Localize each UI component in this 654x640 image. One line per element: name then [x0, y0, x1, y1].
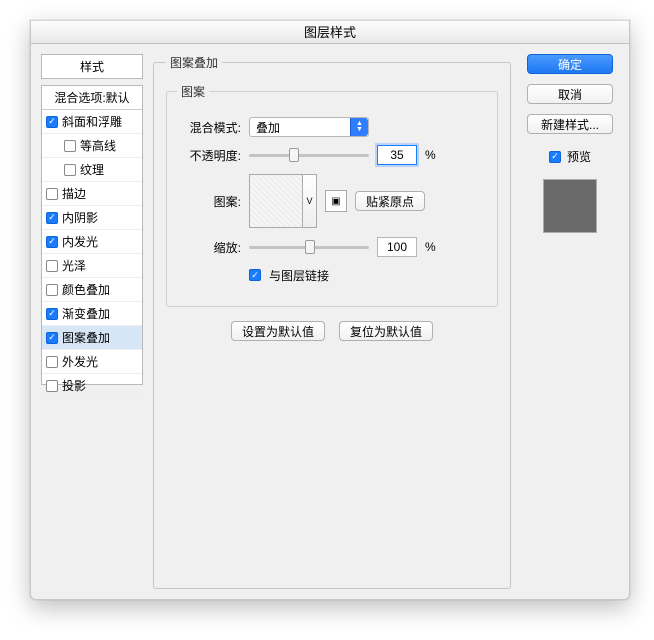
- snap-origin-button[interactable]: 贴紧原点: [355, 191, 425, 211]
- inner-legend: 图案: [177, 83, 209, 100]
- styles-header[interactable]: 样式: [41, 54, 143, 79]
- style-checkbox[interactable]: ✓: [46, 332, 58, 344]
- scale-slider[interactable]: [249, 246, 369, 249]
- styles-sidebar: 样式 混合选项:默认 ✓ 斜面和浮雕等高线纹理描边 ✓ 内阴影 ✓ 内发光光泽颜色叠加 ✓ 渐…: [41, 54, 143, 589]
- style-label: 图案叠加: [62, 329, 110, 346]
- cancel-button[interactable]: 取消: [527, 84, 613, 104]
- style-checkbox[interactable]: ✓: [46, 116, 58, 128]
- reset-default-button[interactable]: 复位为默认值: [339, 321, 433, 341]
- link-with-layer-label: 与图层链接: [269, 267, 329, 284]
- opacity-input[interactable]: 35: [377, 145, 417, 165]
- style-checkbox[interactable]: [46, 380, 58, 392]
- preview-label: 预览: [567, 148, 591, 165]
- style-label: 内阴影: [62, 209, 98, 226]
- style-row-10[interactable]: 外发光: [42, 350, 142, 374]
- pattern-label: 图案:: [177, 193, 241, 210]
- style-label: 描边: [62, 185, 86, 202]
- style-label: 投影: [62, 377, 86, 394]
- style-row-1[interactable]: 等高线: [42, 134, 142, 158]
- style-label: 颜色叠加: [62, 281, 110, 298]
- scale-slider-knob[interactable]: [305, 240, 315, 254]
- right-panel: 确定 取消 新建样式... ✓ 预览: [521, 54, 619, 589]
- style-label: 光泽: [62, 257, 86, 274]
- link-with-layer-checkbox[interactable]: ✓: [249, 269, 261, 281]
- blend-mode-select[interactable]: 叠加 ▲▼: [249, 117, 369, 137]
- pattern-preview-icon: [249, 174, 303, 228]
- style-row-2[interactable]: 纹理: [42, 158, 142, 182]
- style-row-9[interactable]: ✓ 图案叠加: [42, 326, 142, 350]
- style-checkbox[interactable]: ✓: [46, 236, 58, 248]
- blend-mode-label: 混合模式:: [177, 119, 241, 136]
- style-checkbox[interactable]: [46, 284, 58, 296]
- style-row-4[interactable]: ✓ 内阴影: [42, 206, 142, 230]
- opacity-slider-knob[interactable]: [289, 148, 299, 162]
- style-checkbox[interactable]: [64, 164, 76, 176]
- scale-input[interactable]: 100: [377, 237, 417, 257]
- style-label: 斜面和浮雕: [62, 113, 122, 130]
- style-checkbox[interactable]: ✓: [46, 212, 58, 224]
- style-label: 外发光: [62, 353, 98, 370]
- style-row-6[interactable]: 光泽: [42, 254, 142, 278]
- styles-list: 混合选项:默认 ✓ 斜面和浮雕等高线纹理描边 ✓ 内阴影 ✓ 内发光光泽颜色叠加 ✓ 渐变叠加…: [41, 85, 143, 385]
- dialog-title: 图层样式: [31, 20, 629, 44]
- style-label: 渐变叠加: [62, 305, 110, 322]
- preview-swatch: [543, 179, 597, 233]
- ok-button[interactable]: 确定: [527, 54, 613, 74]
- style-row-5[interactable]: ✓ 内发光: [42, 230, 142, 254]
- style-row-7[interactable]: 颜色叠加: [42, 278, 142, 302]
- create-pattern-button[interactable]: ▣: [325, 190, 347, 212]
- opacity-slider[interactable]: [249, 154, 369, 157]
- scale-percent: %: [425, 240, 436, 254]
- style-label: 等高线: [80, 137, 116, 154]
- style-label: 纹理: [80, 161, 104, 178]
- style-checkbox[interactable]: [46, 188, 58, 200]
- style-checkbox[interactable]: ✓: [46, 308, 58, 320]
- opacity-label: 不透明度:: [177, 147, 241, 164]
- opacity-percent: %: [425, 148, 436, 162]
- layer-style-dialog: 图层样式 样式 混合选项:默认 ✓ 斜面和浮雕等高线纹理描边 ✓ 内阴影 ✓ 内发光光泽颜…: [30, 20, 630, 600]
- pattern-swatch[interactable]: V: [249, 174, 317, 228]
- style-row-11[interactable]: 投影: [42, 374, 142, 398]
- new-pattern-icon: ▣: [331, 196, 340, 207]
- style-label: 内发光: [62, 233, 98, 250]
- style-row-0[interactable]: ✓ 斜面和浮雕: [42, 110, 142, 134]
- pattern-dropdown-button[interactable]: V: [303, 174, 317, 228]
- select-arrows-icon: ▲▼: [350, 118, 368, 136]
- style-row-8[interactable]: ✓ 渐变叠加: [42, 302, 142, 326]
- new-style-button[interactable]: 新建样式...: [527, 114, 613, 134]
- blend-mode-value: 叠加: [256, 119, 280, 136]
- outer-legend: 图案叠加: [166, 54, 222, 71]
- style-row-3[interactable]: 描边: [42, 182, 142, 206]
- main-panel: 图案叠加 图案 混合模式: 叠加 ▲▼ 不透明度:: [153, 54, 511, 589]
- style-checkbox[interactable]: [64, 140, 76, 152]
- blend-options-header[interactable]: 混合选项:默认: [42, 86, 142, 110]
- style-checkbox[interactable]: [46, 260, 58, 272]
- style-checkbox[interactable]: [46, 356, 58, 368]
- scale-label: 缩放:: [177, 239, 241, 256]
- set-default-button[interactable]: 设置为默认值: [231, 321, 325, 341]
- preview-checkbox[interactable]: ✓: [549, 151, 561, 163]
